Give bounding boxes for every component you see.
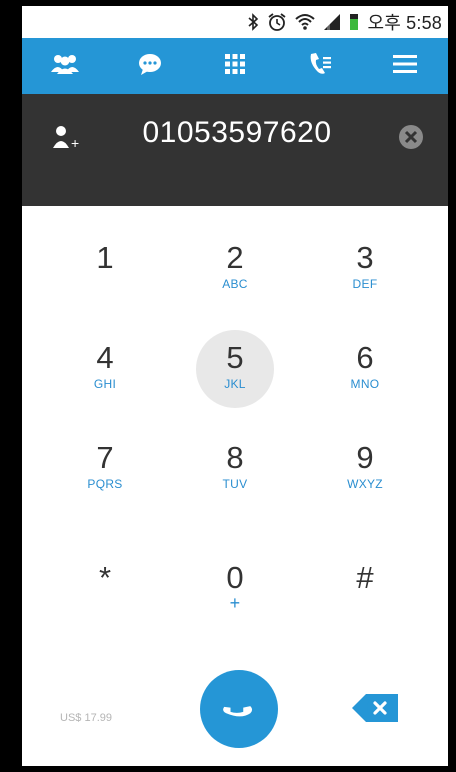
key-letters: +	[229, 593, 241, 613]
key-digit: *	[98, 560, 112, 595]
add-contact-icon: +	[53, 126, 79, 150]
key-4[interactable]: 4 GHI	[50, 306, 160, 406]
backspace-icon	[352, 694, 398, 722]
key-digit: 8	[226, 440, 244, 475]
key-digit: 9	[356, 440, 374, 475]
key-5[interactable]: 5 JKL	[180, 306, 290, 408]
key-digit: #	[356, 560, 374, 595]
clear-button[interactable]	[398, 124, 424, 150]
key-digit: 2	[226, 240, 244, 275]
wifi-icon	[295, 13, 316, 31]
dialed-number: 01053597620	[142, 116, 332, 149]
key-3[interactable]: 3 DEF	[310, 206, 420, 306]
keypad: 1 2 ABC 3 DEF 4 GHI 5 JKL 6 MNO 7 PQRS 8 TUV 9 WXYZ * 0 + #	[22, 206, 448, 646]
call-button[interactable]	[200, 670, 278, 748]
key-6[interactable]: 6 MNO	[310, 306, 420, 406]
device-frame: 오후 5:58 + 01053597620 1 2 ABC 3 DEF 4 GH…	[0, 0, 456, 772]
key-letters: TUV	[222, 477, 248, 491]
key-1[interactable]: 1	[50, 206, 160, 306]
key-digit: 0	[226, 560, 244, 595]
status-bar: 오후 5:58	[22, 6, 448, 38]
key-letters: WXYZ	[347, 477, 383, 491]
key-8[interactable]: 8 TUV	[180, 406, 290, 506]
call-log-icon	[308, 51, 332, 82]
backspace-button[interactable]	[350, 690, 402, 726]
key-digit: 1	[96, 240, 114, 275]
key-star[interactable]: *	[50, 526, 160, 626]
bluetooth-icon	[247, 13, 259, 31]
add-contact-button[interactable]: +	[52, 122, 82, 152]
key-hash[interactable]: #	[310, 526, 420, 626]
key-letters: DEF	[352, 277, 378, 291]
menu-icon	[393, 54, 418, 79]
key-2[interactable]: 2 ABC	[180, 206, 290, 306]
status-time: 오후 5:58	[367, 13, 442, 33]
call-rate-label: US$ 17.99	[60, 712, 112, 724]
key-letters: JKL	[224, 377, 246, 391]
key-letters: GHI	[93, 377, 117, 391]
chat-icon	[137, 52, 163, 81]
key-letters: PQRS	[87, 477, 123, 491]
key-digit: 7	[96, 440, 114, 475]
key-7[interactable]: 7 PQRS	[50, 406, 160, 506]
key-digit: 3	[356, 240, 374, 275]
dialpad-icon	[224, 53, 246, 80]
menu-button[interactable]	[375, 38, 435, 94]
alarm-icon	[267, 12, 287, 32]
key-9[interactable]: 9 WXYZ	[310, 406, 420, 506]
key-digit: 5	[226, 340, 244, 375]
key-letters: ABC	[222, 277, 248, 291]
contacts-icon	[50, 52, 80, 81]
tab-contacts[interactable]	[35, 38, 95, 94]
tab-messages[interactable]	[120, 38, 180, 94]
key-digit: 4	[96, 340, 114, 375]
number-display: + 01053597620	[22, 94, 448, 206]
key-digit: 6	[356, 340, 374, 375]
battery-icon	[349, 13, 359, 31]
signal-icon	[323, 13, 341, 31]
clear-icon	[399, 125, 423, 149]
phone-screen: 오후 5:58 + 01053597620 1 2 ABC 3 DEF 4 GH…	[22, 6, 448, 766]
key-0[interactable]: 0 +	[180, 526, 290, 626]
key-letters: MNO	[350, 377, 380, 391]
svg-text:+: +	[71, 135, 79, 150]
tab-call-log[interactable]	[290, 38, 350, 94]
phone-icon	[223, 706, 253, 717]
top-toolbar	[22, 38, 448, 94]
tab-dialpad[interactable]	[205, 38, 265, 94]
